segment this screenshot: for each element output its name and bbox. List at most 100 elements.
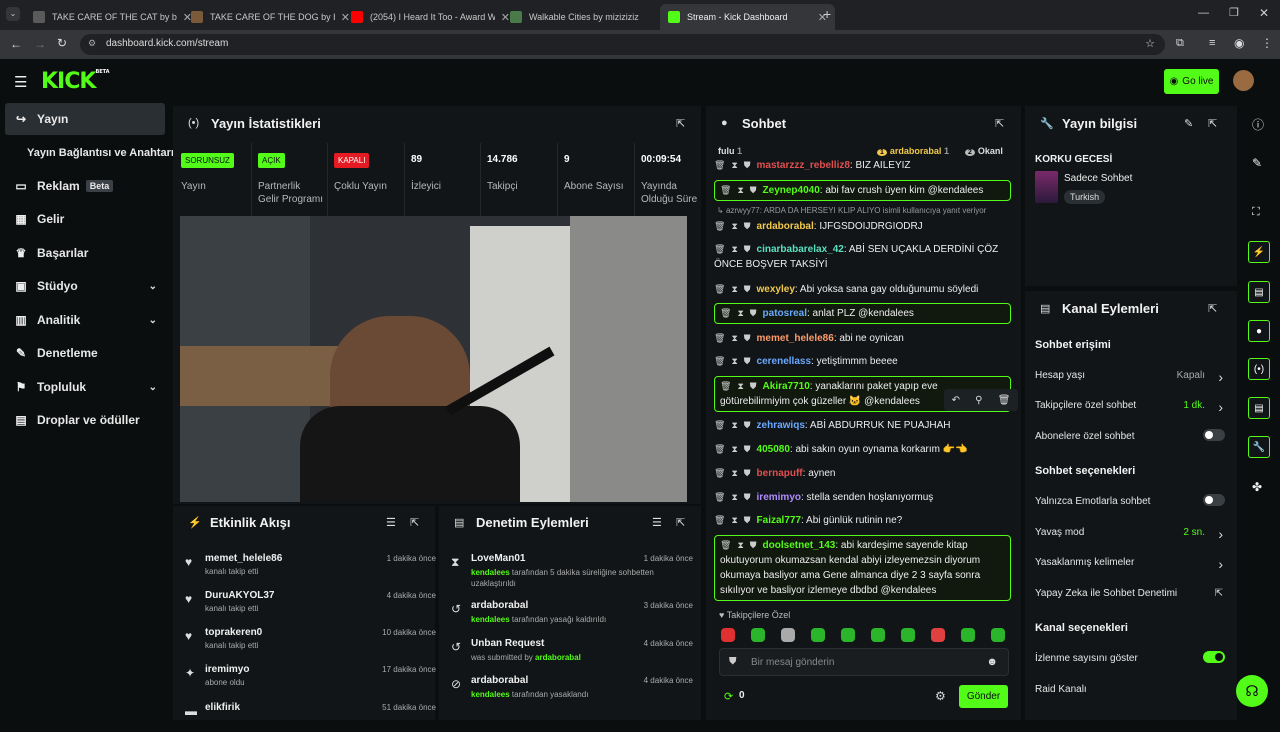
chat-message[interactable]: 🗑 ⧗ ⛊ cerenellass: yetiştimmm beeee	[714, 354, 1011, 369]
kick-points-icon[interactable]: ⟳	[724, 690, 733, 703]
sidebar-item[interactable]: ✎ Denetleme	[5, 337, 165, 369]
apps-icon[interactable]: ✤	[1252, 480, 1262, 494]
chevron-down-icon[interactable]: ⌄	[149, 315, 157, 326]
activity-username[interactable]: iremimyo	[205, 664, 249, 675]
popout-icon[interactable]: ⇱	[676, 117, 685, 130]
chat-message-input[interactable]: ⛊ Bir mesaj gönderin ☻	[719, 648, 1009, 676]
rail-server-button[interactable]: ▤	[1248, 397, 1270, 419]
delete-icon[interactable]: 🗑	[714, 354, 725, 369]
edit-pencil-icon[interactable]: ✎	[1184, 117, 1193, 130]
emote-icon[interactable]	[871, 628, 885, 642]
delete-icon[interactable]: 🗑	[714, 418, 725, 433]
moderator-name[interactable]: kendalees	[471, 690, 510, 699]
chat-message[interactable]: 🗑 ⧗ ⛊ Zeynep4040: abi fav crush üyen kim @k…	[714, 180, 1011, 201]
gifter-2[interactable]: 2 Okanl	[965, 146, 1003, 156]
delete-icon[interactable]: 🗑	[714, 331, 725, 346]
browser-menu-icon[interactable]: ⋮	[1261, 36, 1273, 50]
expand-icon[interactable]: ⛶	[1252, 206, 1260, 219]
profile-icon[interactable]: ◉	[1234, 36, 1244, 50]
moderated-username[interactable]: LoveMan01	[471, 553, 525, 564]
emote-icon[interactable]	[961, 628, 975, 642]
rail-lightning-button[interactable]: ⚡	[1248, 241, 1270, 263]
chat-message[interactable]: 🗑 ⧗ ⛊ mastarzzz_rebelliz8: BIZ AILEYIZ	[714, 158, 1011, 170]
delete-icon[interactable]: 🗑	[714, 282, 725, 297]
chat-message[interactable]: 🗑 ⧗ ⛊ cinarbabarelax_42: ABİ SEN UÇAKLA DER…	[714, 242, 1011, 272]
delete-icon[interactable]: 🗑	[714, 490, 725, 505]
media-icon[interactable]: ≡	[1209, 37, 1215, 49]
chevron-right-icon[interactable]: ›	[1218, 526, 1223, 542]
emote-icon[interactable]	[751, 628, 765, 642]
kick-logo[interactable]: KICKBETA	[41, 69, 110, 94]
chat-username[interactable]: Zeynep4040	[763, 185, 820, 196]
timeout-icon[interactable]: ⧗	[737, 183, 743, 198]
timeout-icon[interactable]: ⧗	[737, 379, 743, 394]
delete-icon[interactable]: 🗑	[714, 219, 725, 234]
chevron-right-icon[interactable]: ›	[1218, 369, 1223, 385]
channel-setting-row[interactable]: Yalnızca Emotlarla sohbet	[1035, 494, 1225, 510]
timeout-icon[interactable]: ⧗	[731, 490, 737, 505]
rail-document-button[interactable]: ▤	[1248, 281, 1270, 303]
chat-username[interactable]: zehrawiqs	[757, 420, 805, 431]
moderator-name[interactable]: kendalees	[471, 568, 510, 577]
browser-tab[interactable]: TAKE CARE OF THE CAT by bo…✕	[25, 4, 200, 30]
emote-icon[interactable]	[781, 628, 795, 642]
back-icon[interactable]: ←	[10, 37, 22, 51]
emote-icon[interactable]	[901, 628, 915, 642]
chat-username[interactable]: bernapuff	[757, 468, 803, 479]
popout-icon[interactable]: ⇱	[676, 516, 685, 529]
channel-setting-row[interactable]: Takipçilere özel sohbet 1 dk. ›	[1035, 399, 1225, 415]
chevron-down-icon[interactable]: ⌄	[149, 382, 157, 393]
delete-icon[interactable]: 🗑	[720, 379, 731, 394]
timeout-icon[interactable]: ⧗	[731, 466, 737, 481]
chat-message[interactable]: 🗑 ⧗ ⛊ bernapuff: aynen	[714, 466, 1011, 481]
forward-icon[interactable]: →	[34, 37, 46, 51]
rail-wrench-button[interactable]: 🔧	[1248, 436, 1270, 458]
filter-icon[interactable]: ☰	[386, 516, 396, 529]
timeout-icon[interactable]: ⧗	[731, 354, 737, 369]
sidebar-item[interactable]: ▦ Gelir	[5, 203, 165, 235]
emote-icon[interactable]	[841, 628, 855, 642]
timeout-icon[interactable]: ⧗	[731, 331, 737, 346]
channel-setting-row[interactable]: Yavaş mod 2 sn. ›	[1035, 526, 1225, 542]
toggle-switch[interactable]	[1203, 494, 1225, 506]
sidebar-item[interactable]: ▭ Reklam Beta	[5, 170, 165, 202]
go-live-button[interactable]: ◉ Go live	[1164, 69, 1219, 94]
chat-username[interactable]: doolsetnet_143	[763, 540, 836, 551]
timeout-icon[interactable]: ⧗	[737, 538, 743, 553]
browser-tab[interactable]: (2054) I Heard It Too - Award W… ✕	[343, 4, 518, 30]
sidebar-item[interactable]: ▤ Droplar ve ödüller	[5, 404, 165, 436]
chat-username[interactable]: ardaborabal	[757, 221, 814, 232]
chevron-right-icon[interactable]: ›	[1218, 556, 1223, 572]
tab-search-button[interactable]: ⌄	[6, 7, 20, 21]
activity-username[interactable]: DuruAKYOL37	[205, 590, 274, 601]
chat-username[interactable]: wexyley	[757, 284, 795, 295]
chat-message[interactable]: 🗑 ⧗ ⛊ memet_helele86: abi ne oynican	[714, 331, 1011, 346]
popout-icon[interactable]: ⇱	[995, 117, 1004, 130]
sidebar-item[interactable]: ⚑ Topluluk ⌄	[5, 371, 165, 403]
chat-message[interactable]: 🗑 ⧗ ⛊ wexyley: Abi yoksa sana gay olduğunum…	[714, 282, 1011, 297]
filter-icon[interactable]: ☰	[652, 516, 662, 529]
site-info-icon[interactable]: ⚙	[88, 38, 96, 49]
popout-icon[interactable]: ⇱	[1208, 302, 1217, 315]
channel-setting-row[interactable]: Hesap yaşı Kapalı ›	[1035, 369, 1225, 385]
emote-icon[interactable]	[931, 628, 945, 642]
activity-username[interactable]: toprakeren0	[205, 627, 262, 638]
info-icon[interactable]: ⓘ	[1252, 116, 1264, 133]
chat-message[interactable]: 🗑 ⧗ ⛊ Faizal777: Abi günlük rutinin ne?	[714, 513, 1011, 528]
chat-settings-gear-icon[interactable]: ⚙	[935, 689, 946, 703]
delete-icon[interactable]: 🗑	[714, 242, 725, 257]
rail-broadcast-button[interactable]: (•)	[1248, 358, 1270, 380]
toggle-switch[interactable]	[1203, 429, 1225, 441]
sidebar-item[interactable]: ↪ Yayın	[5, 103, 165, 135]
external-link-icon[interactable]: ⇱	[1215, 588, 1223, 599]
url-input[interactable]: ⚙ dashboard.kick.com/stream ☆	[80, 34, 1165, 55]
chat-message[interactable]: 🗑 ⧗ ⛊ 405080: abi sakın oyun oynama korkarı…	[714, 442, 1011, 457]
timeout-icon[interactable]: ⧗	[731, 219, 737, 234]
sidebar-item[interactable]: ▥ Analitik ⌄	[5, 304, 165, 336]
timeout-icon[interactable]: ⧗	[731, 242, 737, 257]
activity-username[interactable]: memet_helele86	[205, 553, 282, 564]
timeout-icon[interactable]: ⧗	[731, 282, 737, 297]
chat-username[interactable]: cinarbabarelax_42	[757, 244, 844, 255]
gifter-1[interactable]: 1 ardaborabal 1	[877, 146, 949, 156]
chat-username[interactable]: Akira7710	[763, 381, 810, 392]
